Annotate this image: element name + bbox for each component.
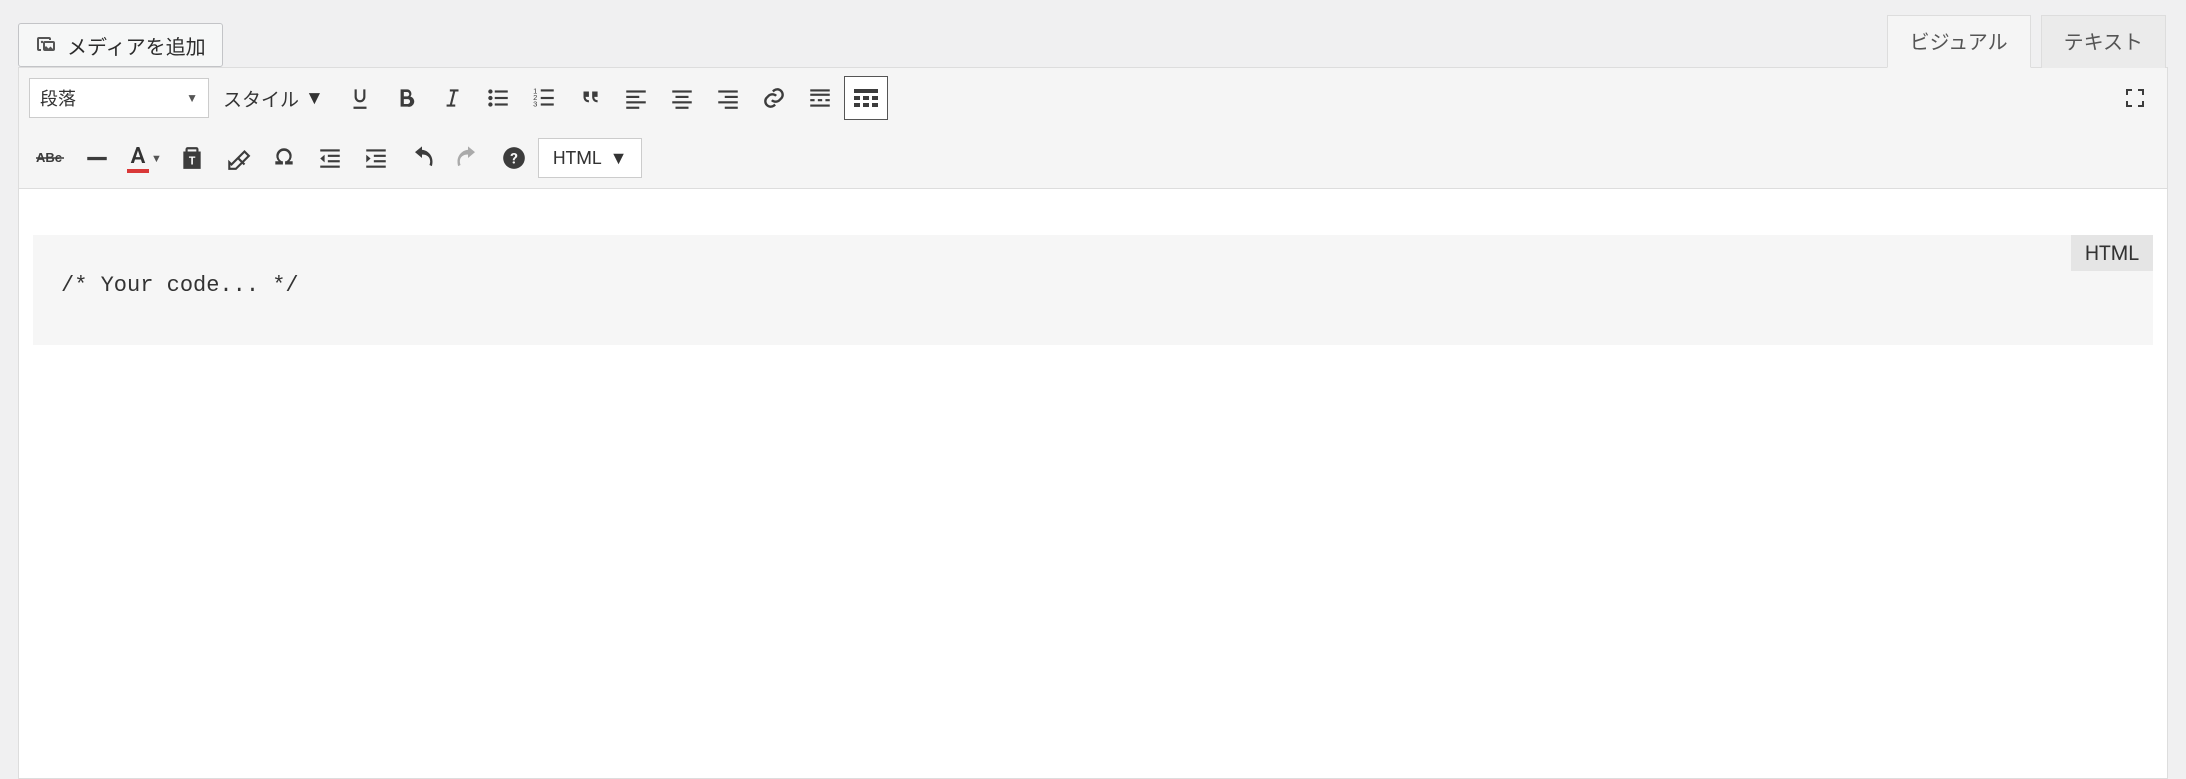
- html-insert-dropdown[interactable]: HTML ▼: [538, 138, 643, 178]
- redo-button[interactable]: [446, 136, 490, 180]
- toolbar-row-1: 段落 ▼ スタイル ▼: [19, 68, 2167, 128]
- html-insert-label: HTML: [553, 148, 602, 169]
- text-color-bar: [127, 169, 149, 173]
- chevron-down-icon: ▼: [305, 86, 324, 110]
- code-block-badge: HTML: [2071, 235, 2153, 271]
- paste-text-button[interactable]: T: [170, 136, 214, 180]
- editor-wrap: メディアを追加 ビジュアル テキスト 段落 ▼ スタイル ▼: [0, 0, 2186, 779]
- tab-visual[interactable]: ビジュアル: [1887, 15, 2031, 68]
- code-block[interactable]: HTML /* Your code... */: [33, 235, 2153, 345]
- toolbar-toggle-button[interactable]: [844, 76, 888, 120]
- toolbar-row-2: ABє A ▼ T: [19, 128, 2167, 188]
- chevron-down-icon: ▼: [151, 152, 162, 165]
- editor-tabs: ビジュアル テキスト: [1887, 14, 2166, 67]
- special-character-button[interactable]: [262, 136, 306, 180]
- add-media-button[interactable]: メディアを追加: [18, 23, 223, 67]
- paragraph-format-dropdown[interactable]: 段落 ▼: [29, 78, 209, 118]
- paragraph-format-label: 段落: [40, 85, 76, 111]
- undo-button[interactable]: [400, 136, 444, 180]
- media-icon: [35, 33, 59, 57]
- svg-text:?: ?: [510, 149, 518, 167]
- style-label: スタイル: [223, 85, 299, 112]
- align-left-button[interactable]: [614, 76, 658, 120]
- top-bar: メディアを追加 ビジュアル テキスト: [0, 0, 2186, 67]
- toolbar: 段落 ▼ スタイル ▼: [18, 67, 2168, 189]
- svg-text:3: 3: [533, 100, 537, 109]
- bullet-list-button[interactable]: [476, 76, 520, 120]
- add-media-label: メディアを追加: [67, 31, 206, 60]
- blockquote-button[interactable]: [568, 76, 612, 120]
- editor-content-area[interactable]: HTML /* Your code... */: [18, 189, 2168, 779]
- text-color-letter-icon: A: [131, 144, 146, 169]
- align-center-button[interactable]: [660, 76, 704, 120]
- text-color-swatch: A: [127, 144, 149, 173]
- clear-formatting-button[interactable]: [216, 136, 260, 180]
- style-dropdown[interactable]: スタイル ▼: [211, 85, 336, 112]
- strikethrough-button[interactable]: ABє: [29, 136, 73, 180]
- code-block-content[interactable]: /* Your code... */: [61, 273, 2125, 298]
- numbered-list-button[interactable]: 123: [522, 76, 566, 120]
- read-more-button[interactable]: [798, 76, 842, 120]
- chevron-down-icon: ▼: [186, 91, 198, 105]
- outdent-button[interactable]: [308, 136, 352, 180]
- help-button[interactable]: ?: [492, 136, 536, 180]
- svg-text:T: T: [189, 155, 196, 168]
- toolbar-row-1-left: 段落 ▼ スタイル ▼: [29, 76, 888, 120]
- indent-button[interactable]: [354, 136, 398, 180]
- underline-button[interactable]: [338, 76, 382, 120]
- tab-text[interactable]: テキスト: [2041, 15, 2166, 68]
- italic-button[interactable]: [430, 76, 474, 120]
- text-color-button[interactable]: A ▼: [121, 144, 168, 173]
- link-button[interactable]: [752, 76, 796, 120]
- bold-button[interactable]: [384, 76, 428, 120]
- horizontal-rule-button[interactable]: [75, 136, 119, 180]
- fullscreen-button[interactable]: [2113, 76, 2157, 120]
- align-right-button[interactable]: [706, 76, 750, 120]
- chevron-down-icon: ▼: [610, 148, 628, 169]
